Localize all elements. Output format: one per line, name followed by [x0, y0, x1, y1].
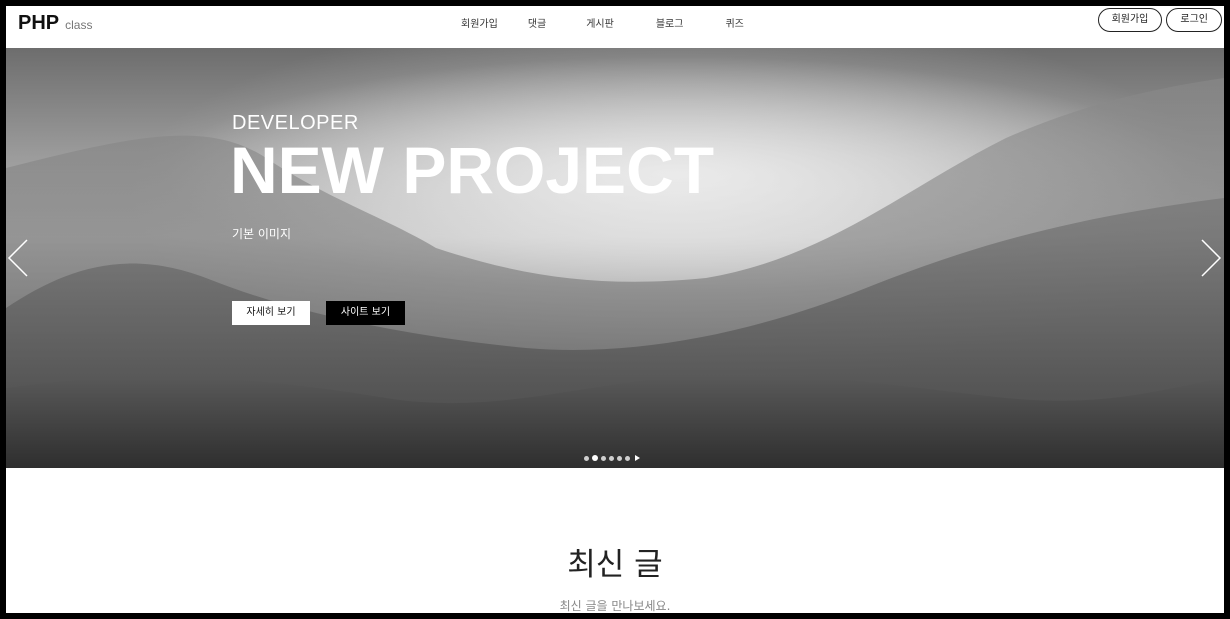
logo[interactable]: PHP class	[18, 12, 92, 35]
latest-posts-title: 최신 글	[567, 547, 663, 583]
view-details-button[interactable]: 자세히 보기	[232, 301, 310, 325]
slide-dot[interactable]	[617, 455, 622, 461]
play-icon[interactable]	[635, 455, 640, 461]
slide-dot-active[interactable]	[592, 455, 598, 461]
slide-dot[interactable]	[609, 455, 614, 461]
login-button[interactable]: 로그인	[1166, 8, 1222, 32]
page: PHP class 회원가입 댓글 게시판 블로그 퀴즈 회원가입 로그인 DE…	[6, 6, 1224, 613]
nav-item-board[interactable]: 게시판	[586, 15, 614, 30]
slide-pagination	[584, 455, 640, 461]
nav-item-quiz[interactable]: 퀴즈	[725, 15, 743, 30]
next-slide-arrow-icon[interactable]	[1200, 238, 1222, 282]
hero-background-image	[6, 48, 1224, 468]
previous-slide-arrow-icon[interactable]	[7, 238, 29, 282]
site-header: PHP class 회원가입 댓글 게시판 블로그 퀴즈 회원가입 로그인	[6, 6, 1224, 48]
hero-slider: DEVELOPER NEW PROJECT 기본 이미지 자세히 보기 사이트 …	[6, 48, 1224, 468]
auth-buttons: 회원가입 로그인	[1097, 8, 1222, 32]
logo-main-text: PHP	[18, 12, 60, 34]
slide-dot[interactable]	[625, 455, 630, 461]
main-nav: 회원가입 댓글 게시판 블로그 퀴즈	[461, 15, 744, 30]
slide-dot[interactable]	[601, 455, 606, 461]
slide-dot[interactable]	[584, 455, 589, 461]
hero-title: NEW PROJECT	[230, 133, 715, 207]
latest-posts-subtitle: 최신 글을 만나보세요.	[559, 599, 671, 613]
nav-item-comments[interactable]: 댓글	[528, 15, 546, 30]
nav-item-blog[interactable]: 블로그	[656, 15, 684, 30]
hero-description: 기본 이미지	[232, 227, 292, 241]
signup-button[interactable]: 회원가입	[1097, 8, 1163, 32]
logo-sub-text: class	[65, 18, 93, 32]
view-site-button[interactable]: 사이트 보기	[326, 301, 405, 325]
nav-item-signup[interactable]: 회원가입	[461, 15, 498, 30]
